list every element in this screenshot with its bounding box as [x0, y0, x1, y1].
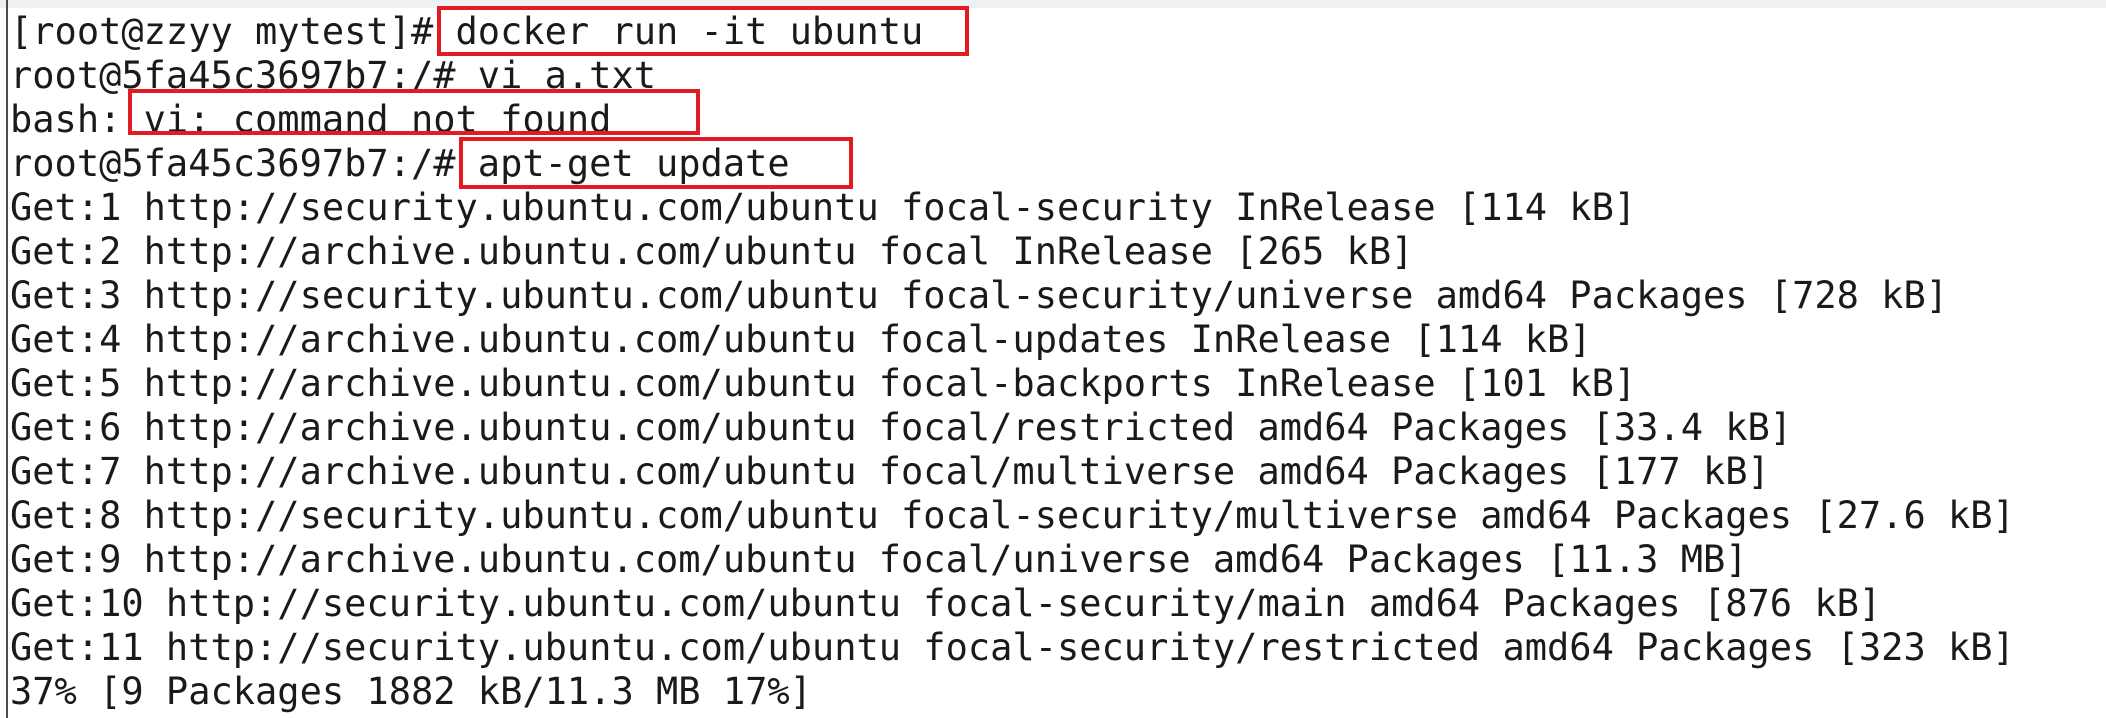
terminal-output[interactable]: [root@zzyy mytest]# docker run -it ubunt… — [10, 10, 2015, 714]
terminal-line-get-10: Get:10 http://security.ubuntu.com/ubuntu… — [10, 582, 1882, 625]
terminal-line-get-11: Get:11 http://security.ubuntu.com/ubuntu… — [10, 626, 2015, 669]
terminal-line-get-3: Get:3 http://security.ubuntu.com/ubuntu … — [10, 274, 1949, 317]
terminal-line-get-6: Get:6 http://archive.ubuntu.com/ubuntu f… — [10, 406, 1793, 449]
terminal-line-get-5: Get:5 http://archive.ubuntu.com/ubuntu f… — [10, 362, 1637, 405]
terminal-line-get-2: Get:2 http://archive.ubuntu.com/ubuntu f… — [10, 230, 1414, 273]
terminal-line-get-1: Get:1 http://security.ubuntu.com/ubuntu … — [10, 186, 1637, 229]
terminal-line-get-4: Get:4 http://archive.ubuntu.com/ubuntu f… — [10, 318, 1592, 361]
window-top-strip — [0, 0, 2106, 8]
terminal-window: [root@zzyy mytest]# docker run -it ubunt… — [0, 0, 2106, 718]
terminal-line-get-9: Get:9 http://archive.ubuntu.com/ubuntu f… — [10, 538, 1748, 581]
terminal-line-get-8: Get:8 http://security.ubuntu.com/ubuntu … — [10, 494, 2015, 537]
terminal-left-border — [6, 0, 8, 718]
terminal-line-vi-error: bash: vi: command not found — [10, 98, 612, 141]
terminal-line-docker-run: [root@zzyy mytest]# docker run -it ubunt… — [10, 10, 924, 53]
terminal-line-progress: 37% [9 Packages 1882 kB/11.3 MB 17%] — [10, 670, 812, 713]
terminal-line-get-7: Get:7 http://archive.ubuntu.com/ubuntu f… — [10, 450, 1770, 493]
terminal-line-vi-command: root@5fa45c3697b7:/# vi a.txt — [10, 54, 657, 97]
terminal-line-apt-get-update: root@5fa45c3697b7:/# apt-get update — [10, 142, 790, 185]
